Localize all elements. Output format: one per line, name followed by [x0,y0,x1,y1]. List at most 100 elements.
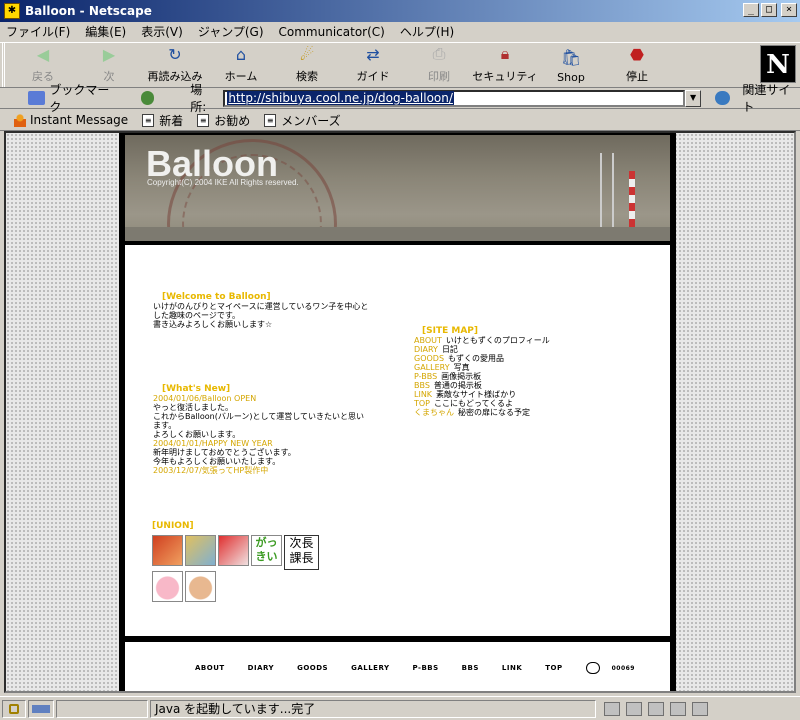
sitemap-heading: [SITE MAP] [422,326,478,336]
union-banner[interactable] [185,535,216,566]
address-book-icon[interactable] [670,701,686,716]
footer-link-bbs[interactable]: BBS [462,664,479,672]
menu-view[interactable]: 表示(V) [141,23,183,40]
menu-edit[interactable]: 編集(E) [85,23,126,40]
welcome-line: した趣味のページです。 [153,311,241,320]
menu-communicator[interactable]: Communicator(C) [279,25,385,39]
footer-link-pbbs[interactable]: P-BBS [413,664,439,672]
home-button[interactable]: ⌂ ホーム [208,43,274,87]
union-banner[interactable] [152,571,183,602]
news-date: 2004/01/01/HAPPY NEW YEAR [153,439,273,448]
instant-message-icon [14,113,26,127]
union-banner[interactable]: 次長課長 [284,535,319,570]
news-line: やっと復活しました。 [153,403,233,412]
sitemap-link[interactable]: P-BBS [414,372,437,381]
sitemap-link[interactable]: GOODS [414,354,444,363]
composer-icon[interactable] [692,701,708,716]
recommend-link[interactable]: ≡ お勧め [197,112,250,129]
sitemap-item-top: TOP ここにもどってくるよ [414,399,614,408]
footer-link-gallery[interactable]: GALLERY [351,664,389,672]
status-text: Java を起動しています...完了 [150,699,596,718]
close-button[interactable]: × [781,3,797,17]
sitemap-link[interactable]: くまちゃん [414,408,454,417]
shop-button[interactable]: 🛍︎ Shop [538,43,604,87]
sitemap-link[interactable]: DIARY [414,345,438,354]
menu-go[interactable]: ジャンプ(G) [198,23,264,40]
bookmarks-icon [28,91,46,105]
union-banners-row2 [152,571,332,602]
navigator-icon[interactable] [604,701,620,716]
members-link[interactable]: ≡ メンバーズ [264,112,341,129]
mail-icon[interactable] [626,701,642,716]
security-lock-icon: 🔒︎ [500,44,510,63]
maximize-button[interactable]: □ [761,3,777,17]
navigation-toolbar: ◀ 戻る ▶ 次 ↻ 再読み込み ⌂ ホーム ☄ 検索 ⇄ ガイド ⎙ 印刷 🔒… [0,42,800,88]
menu-help[interactable]: ヘルプ(H) [400,23,454,40]
union-banner[interactable]: がっきい [251,535,282,566]
forward-arrow-icon: ▶ [102,44,116,64]
component-bar [604,701,708,716]
page-proxy-icon[interactable] [140,91,155,105]
footer-link-link[interactable]: LINK [502,664,522,672]
footer-link-diary[interactable]: DIARY [248,664,274,672]
netscape-logo[interactable]: N [760,45,796,83]
page-icon: ≡ [197,113,210,127]
title-bar: ✱ Balloon - Netscape _ □ × [0,0,800,22]
sitemap-link[interactable]: GALLERY [414,363,450,372]
search-button[interactable]: ☄ 検索 [274,43,340,87]
sitemap-item-gallery: GALLERY 写真 [414,363,614,372]
url-input[interactable]: http://shibuya.cool.ne.jp/dog-balloon/ ▼ [223,89,702,107]
header-banner: Balloon Copyright(C) 2004 IKE All Rights… [125,135,670,241]
news-heading: [What's New] [162,384,231,394]
minimize-button[interactable]: _ [743,3,759,17]
window-title: Balloon - Netscape [25,4,152,18]
sitemap-link[interactable]: ABOUT [414,336,442,345]
access-counter: 00069 [611,664,635,672]
security-status[interactable] [2,699,26,718]
stop-button[interactable]: ⬣ 停止 [604,43,670,87]
related-sites-icon [715,91,731,105]
url-text[interactable]: http://shibuya.cool.ne.jp/dog-balloon/ [227,91,454,105]
union-banner[interactable] [185,571,216,602]
new-link[interactable]: ≡ 新着 [142,112,183,129]
lock-icon [9,703,19,714]
progress-area [56,699,148,718]
footer-link-goods[interactable]: GOODS [297,664,328,672]
sitemap-item-pbbs: P-BBS 画像掲示板 [414,372,614,381]
footer-link-top[interactable]: TOP [545,664,562,672]
union-section: [UNION] がっきい 次長課長 [152,522,332,602]
guide-button[interactable]: ⇄ ガイド [340,43,406,87]
personal-toolbar: Instant Message ≡ 新着 ≡ お勧め ≡ メンバーズ [0,110,800,131]
balloon-page: Balloon Copyright(C) 2004 IKE All Rights… [119,133,676,691]
location-toolbar: ブックマーク 場所: http://shibuya.cool.ne.jp/dog… [0,83,800,114]
sitemap-item-kuma: くまちゃん 秘密の扉になる予定 [414,408,614,417]
union-banner[interactable] [218,535,249,566]
window-controls: _ □ × [743,3,797,17]
instant-message-link[interactable]: Instant Message [14,113,128,127]
sitemap-desc: 秘密の扉になる予定 [458,408,530,417]
sitemap-desc: 画像掲示板 [441,372,482,381]
page-content-area[interactable]: Balloon Copyright(C) 2004 IKE All Rights… [4,131,796,693]
sitemap-link[interactable]: LINK [414,390,432,399]
footer-link-about[interactable]: ABOUT [195,664,225,672]
sitemap-link[interactable]: BBS [414,381,430,390]
toolbar-grip[interactable] [2,43,10,87]
search-icon: ☄ [299,44,315,64]
menu-file[interactable]: ファイル(F) [6,23,70,40]
news-line: 今年もよろしくお願いいたします。 [153,457,281,466]
welcome-line: 書き込みよろしくお願いします☆ [153,320,273,329]
print-button[interactable]: ⎙ 印刷 [406,43,472,87]
security-button[interactable]: 🔒︎ セキュリティ [472,43,538,87]
copyright: Copyright(C) 2004 IKE All Rights reserve… [147,178,299,187]
sitemap-link[interactable]: TOP [414,399,430,408]
groups-icon[interactable] [648,701,664,716]
welcome-section: [Welcome to Balloon] いけがのんびりとマイペースに運営してい… [153,293,389,330]
sitemap-item-link: LINK 素敵なサイト様ばかり [414,390,614,399]
dog-face-icon[interactable] [585,662,600,674]
home-icon: ⌂ [235,44,247,64]
connection-status[interactable] [28,699,54,718]
footer-nav-panel: ABOUT DIARY GOODS GALLERY P-BBS BBS LINK… [125,642,670,691]
netscape-app-icon[interactable]: ✱ [4,3,20,19]
url-dropdown-button[interactable]: ▼ [685,89,702,107]
union-banner[interactable] [152,535,183,566]
